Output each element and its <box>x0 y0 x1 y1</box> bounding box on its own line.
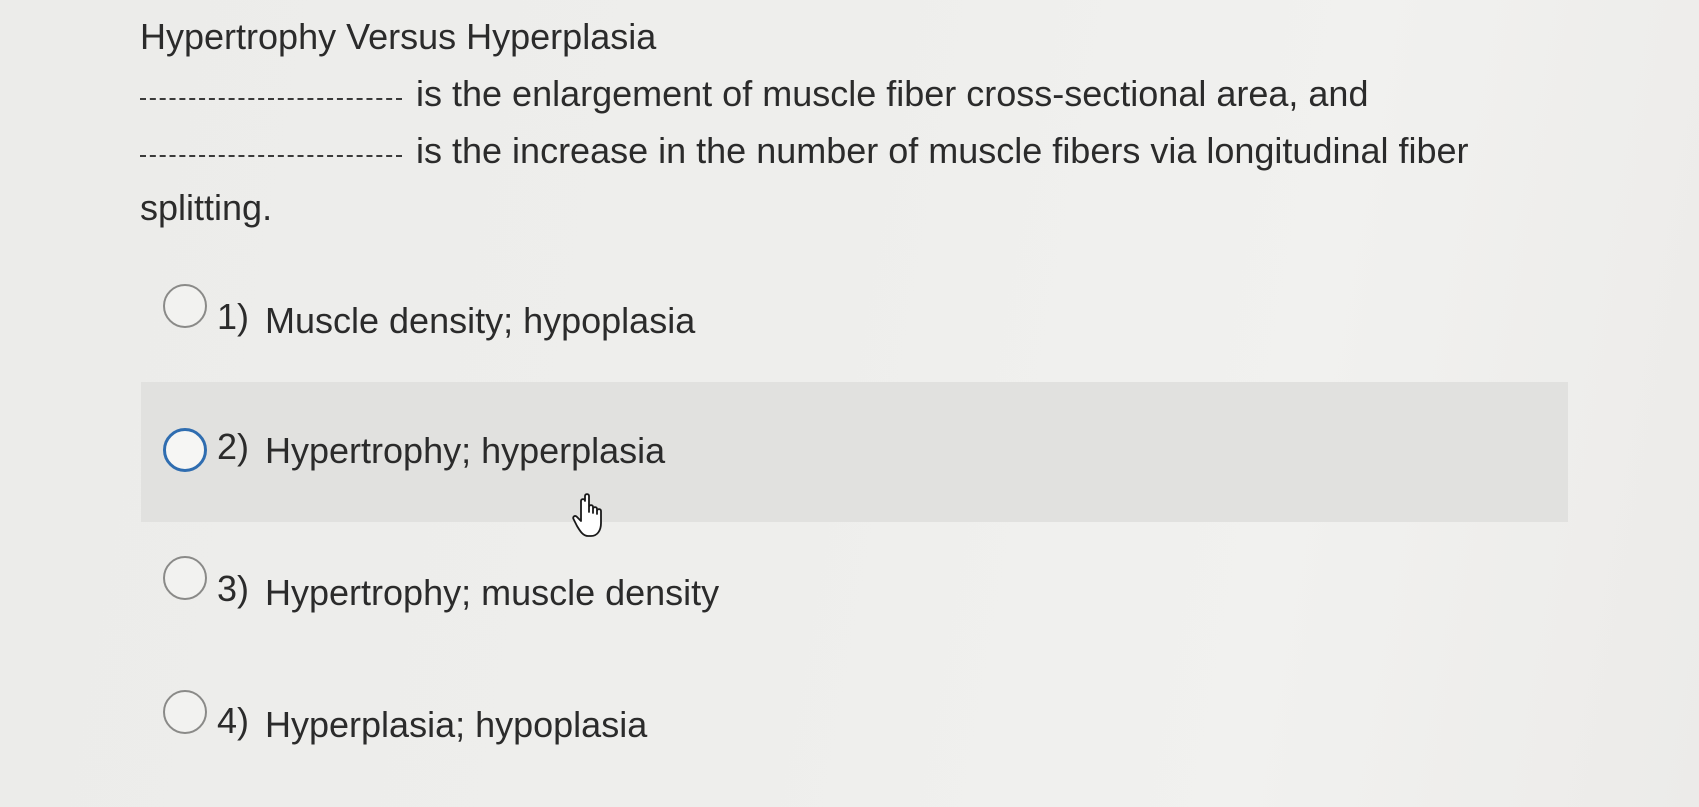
answer-option-3[interactable]: 3) Hypertrophy; muscle density <box>141 532 1568 664</box>
option-number-1: 1) <box>217 296 250 337</box>
option-number-4: 4) <box>217 700 250 741</box>
answer-option-2[interactable]: 2) Hypertrophy; hyperplasia <box>141 382 1568 522</box>
option-number-3: 3) <box>217 568 250 609</box>
answer-option-4[interactable]: 4) Hyperplasia; hypoplasia <box>141 664 1568 796</box>
option-label-4: Hyperplasia; hypoplasia <box>265 704 648 745</box>
radio-button-3[interactable] <box>163 556 207 600</box>
radio-button-4[interactable] <box>163 690 207 734</box>
option-label-3: Hypertrophy; muscle density <box>265 572 720 613</box>
radio-button-2[interactable] <box>163 428 207 472</box>
hand-pointer-icon <box>572 493 602 537</box>
option-label-2: Hypertrophy; hyperplasia <box>265 430 666 471</box>
option-number-2: 2) <box>217 426 250 467</box>
answer-option-1[interactable]: 1) Muscle density; hypoplasia <box>141 260 1568 392</box>
radio-button-1[interactable] <box>163 284 207 328</box>
answer-options: 1) Muscle density; hypoplasia 2) Hypertr… <box>0 0 1699 807</box>
option-label-1: Muscle density; hypoplasia <box>265 300 696 341</box>
